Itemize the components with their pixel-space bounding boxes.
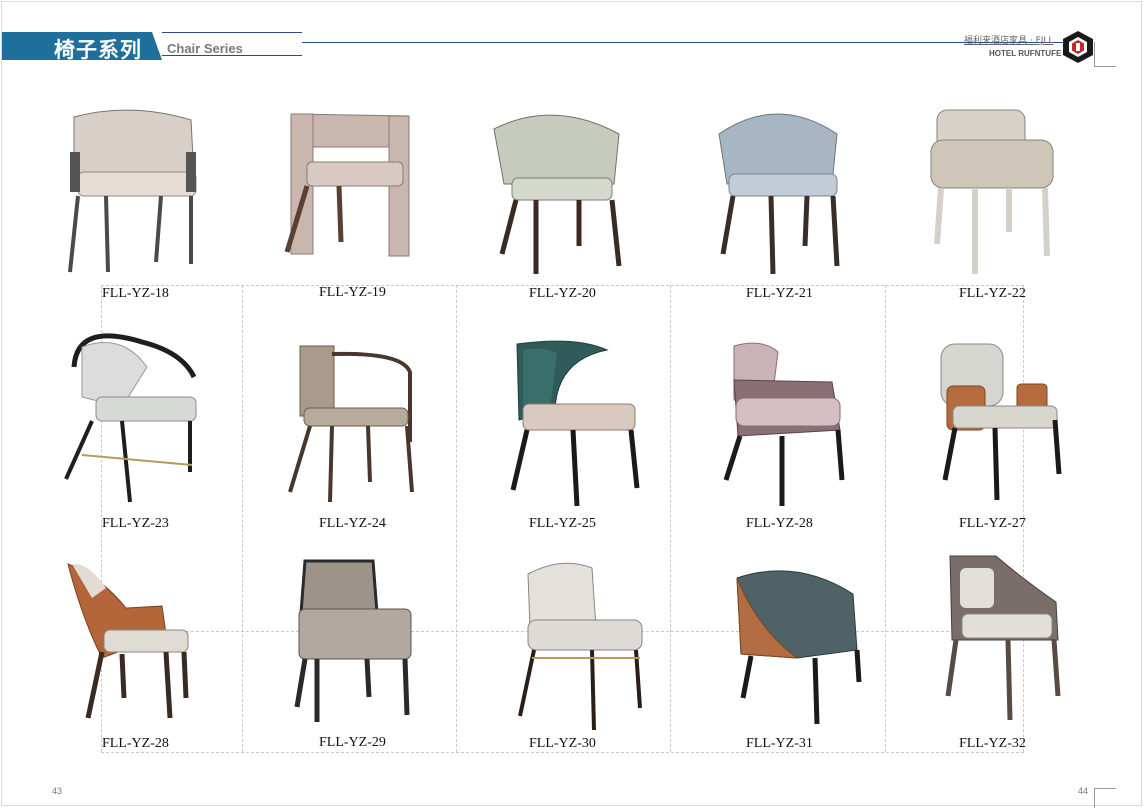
- chair-code-label: FLL-YZ-21: [746, 286, 813, 301]
- armchair-icon: [68, 109, 197, 273]
- header-rule: [162, 32, 302, 33]
- chair-image-20: [484, 104, 634, 289]
- chair-image-18: [56, 102, 206, 287]
- corner-mark: [1094, 788, 1095, 808]
- chair-image-32: [932, 550, 1082, 735]
- chair-code-label: FLL-YZ-23: [102, 516, 169, 531]
- chair-code-label: FLL-YZ-24: [319, 516, 386, 531]
- chair-code-label: FLL-YZ-28: [102, 736, 169, 751]
- chair-code-label: FLL-YZ-18: [102, 286, 169, 301]
- chair-image-22: [917, 104, 1067, 289]
- chair-code-label: FLL-YZ-19: [319, 285, 386, 300]
- brand-name-cn: 福利来酒店家具 · FJLL: [964, 36, 1054, 46]
- chair-code-label: FLL-YZ-30: [529, 736, 596, 751]
- chair-image-21: [707, 104, 857, 289]
- chair-code-label: FLL-YZ-29: [319, 735, 386, 750]
- page-title-en: Chair Series: [167, 41, 243, 56]
- header-rule-long: [302, 42, 1064, 43]
- chair-code-label: FLL-YZ-25: [529, 516, 596, 531]
- chair-image-24: [282, 342, 432, 527]
- grid-line: [242, 285, 243, 752]
- chair-image-19: [277, 102, 427, 287]
- corner-mark: [1094, 42, 1095, 67]
- chair-image-28a: [712, 340, 862, 525]
- grid-line: [101, 752, 1024, 753]
- chair-image-23: [62, 327, 212, 512]
- grid-line: [456, 285, 457, 752]
- chair-image-28b: [62, 558, 212, 743]
- chair-image-29: [287, 557, 437, 742]
- page-number-right: 44: [1078, 786, 1089, 796]
- chair-code-label: FLL-YZ-20: [529, 286, 596, 301]
- chair-image-27: [927, 340, 1077, 525]
- chair-code-label: FLL-YZ-32: [959, 736, 1026, 751]
- chair-code-label: FLL-YZ-22: [959, 286, 1026, 301]
- chair-image-25: [497, 340, 647, 525]
- chair-code-label: FLL-YZ-28: [746, 516, 813, 531]
- chair-image-31: [727, 558, 877, 743]
- chair-code-label: FLL-YZ-27: [959, 516, 1026, 531]
- chair-code-label: FLL-YZ-31: [746, 736, 813, 751]
- page-title-cn: 椅子系列: [54, 38, 142, 62]
- brand-logo-icon: [1063, 31, 1093, 63]
- grid-line: [670, 285, 671, 752]
- chair-image-30: [512, 558, 662, 743]
- corner-mark: [1094, 788, 1116, 789]
- page-number-left: 43: [52, 786, 63, 796]
- grid-line: [885, 285, 886, 752]
- corner-mark: [1094, 66, 1116, 67]
- brand-name-en: HOTEL RUFNTUFE: [989, 49, 1062, 58]
- catalog-page: 椅子系列 Chair Series 福利来酒店家具 · FJLL HOTEL R…: [1, 1, 1142, 808]
- header-rule: [162, 55, 302, 56]
